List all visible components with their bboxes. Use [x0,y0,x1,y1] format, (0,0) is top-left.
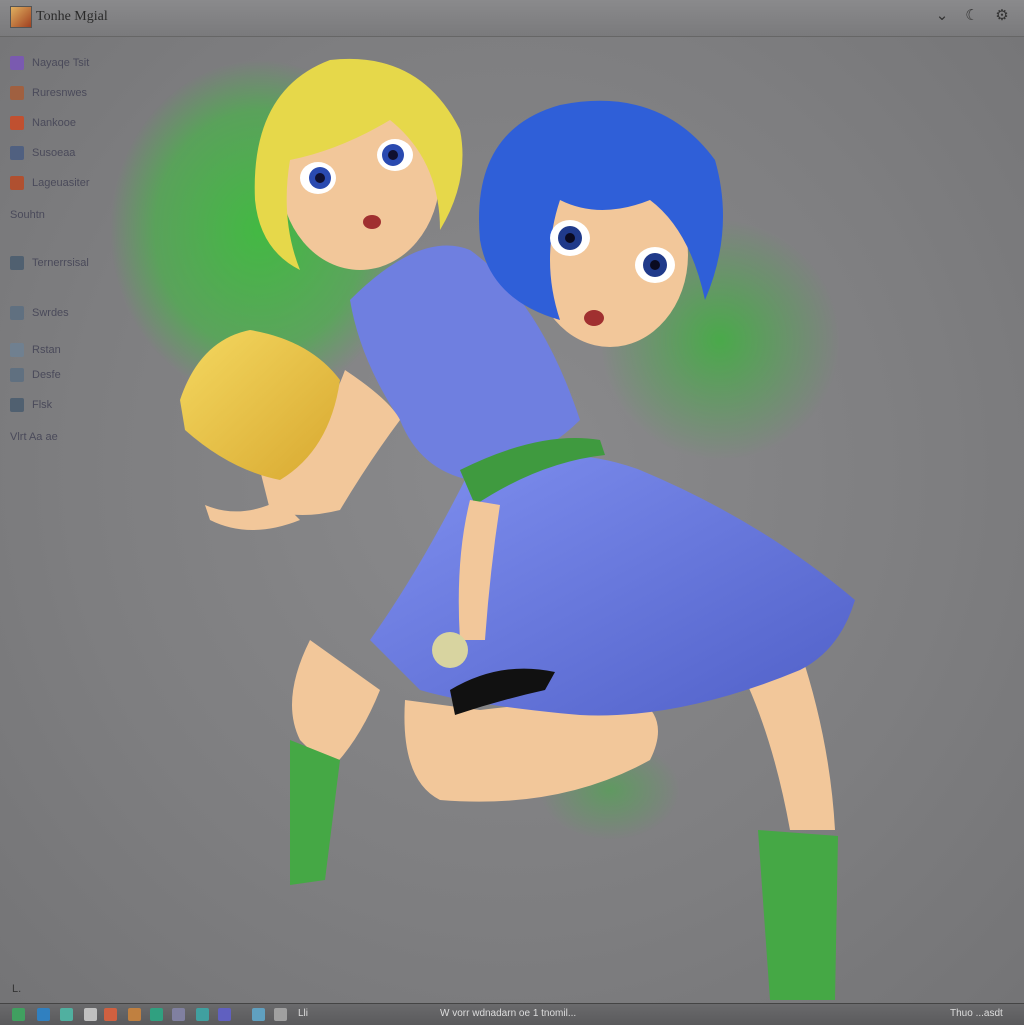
folder-icon[interactable] [60,1008,73,1021]
sidebar-item-label: Rstan [32,344,61,356]
green-sock-left [290,740,340,885]
app-icon[interactable] [104,1008,117,1021]
sidebar-item-label: Desfe [32,369,61,381]
edit-icon [10,146,24,160]
sidebar-item-8[interactable]: Swrdes [10,303,69,323]
globe-icon [10,368,24,382]
app-icon[interactable] [196,1008,209,1021]
app-icon[interactable] [218,1008,231,1021]
figure-icon [10,306,24,320]
taskbar-clock[interactable]: Thuo ...asdt [950,1008,1003,1019]
sidebar-item-12[interactable]: Vlrt Aa ae [10,427,58,447]
start-label[interactable]: L. [12,983,21,995]
sidebar-item-9[interactable]: Rstan [10,340,61,360]
monitor-icon [10,256,24,270]
sidebar-item-label: Ruresnwes [32,87,88,99]
green-sock-right [758,830,838,1000]
taskbar: Lli W vorr wdnadarn oe 1 tnomil... Thuo … [0,1003,1024,1025]
sidebar-item-2[interactable]: Ruresnwes [10,83,87,103]
app-icon[interactable] [274,1008,287,1021]
folder-icon [10,86,24,100]
app-icon[interactable] [12,1008,25,1021]
moon-icon[interactable]: ☾ [962,6,982,24]
sidebar-item-label: Swrdes [32,307,69,319]
desktop-canvas: Nayaqe Tsit Ruresnwes Nankooe Susoeaa La… [0,37,1024,1003]
taskbar-label[interactable]: Lli [298,1008,308,1019]
sidebar-item-3[interactable]: Nankooe [10,113,76,133]
title-bar: Tonhe Mgial ⌄ ☾ ⚙ [0,0,1024,37]
sidebar-item-11[interactable]: Flsk [10,395,52,415]
sidebar-item-label: Ternerrsisal [32,257,89,269]
sidebar-item-5[interactable]: Lageuasiter [10,173,90,193]
sidebar-item-label: Nankooe [32,117,77,129]
app-icon[interactable] [150,1008,163,1021]
sidebar-item-4[interactable]: Susoeaa [10,143,75,163]
app-icon[interactable] [172,1008,185,1021]
app-icon [10,116,24,130]
anime-illustration [110,58,855,1000]
app-icon[interactable] [252,1008,265,1021]
window-icon[interactable] [84,1008,97,1021]
sidebar-item-label: Nayaqe Tsit [32,57,90,69]
sidebar-item-10[interactable]: Desfe [10,365,61,385]
sidebar-item-6[interactable]: Souhtn [10,205,45,225]
cloud-icon [10,343,24,357]
sidebar-item-label: Souhtn [10,209,45,221]
sidebar-item-label: Susoeaa [32,147,76,159]
sidebar-item-7[interactable]: Ternerrsisal [10,253,89,273]
window-title: Tonhe Mgial [36,9,108,24]
sidebar-item-label: Vlrt Aa ae [10,431,58,443]
app-icon[interactable] [128,1008,141,1021]
gear-icon[interactable]: ⚙ [992,6,1012,24]
sidebar-item-label: Lageuasiter [32,177,90,189]
sidebar-item-label: Flsk [32,399,53,411]
skirt [370,455,855,716]
taskbar-status-text: W vorr wdnadarn oe 1 tnomil... [440,1008,577,1019]
sidebar-item-1[interactable]: Nayaqe Tsit [10,53,89,73]
browser-icon[interactable] [37,1008,50,1021]
app-icon [10,56,24,70]
app-icon [10,176,24,190]
chevron-down-icon[interactable]: ⌄ [932,6,952,24]
figure-icon [10,398,24,412]
app-icon[interactable] [10,6,32,28]
